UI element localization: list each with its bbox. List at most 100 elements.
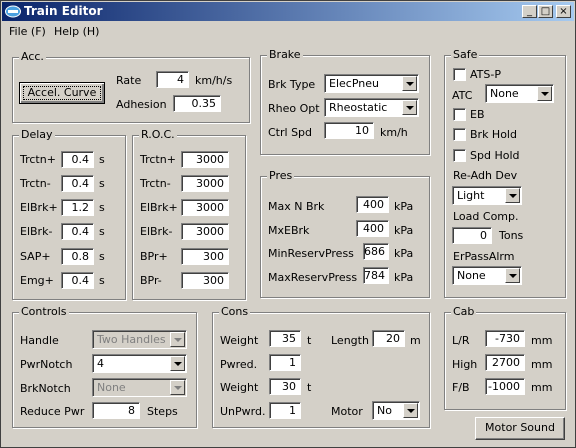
adhesion-input[interactable]: 0.35 [173,95,221,112]
accel-curve-button[interactable]: Accel. Curve [19,82,105,104]
title-bar[interactable]: Train Editor _ □ × [2,2,574,21]
chevron-down-icon[interactable] [170,332,185,347]
delay-sap-plus-input[interactable]: 0.8 [61,248,94,265]
min-reserv-press-unit: kPa [394,247,414,260]
rate-input[interactable]: 4 [156,71,189,88]
cab-lr-input[interactable]: -730 [485,330,525,347]
roc-trctn-minus-input[interactable]: 3000 [181,175,229,192]
brk-notch-select[interactable]: None [92,378,187,397]
delay-trctn-minus-label: Trctn- [20,177,51,190]
cab-fb-unit: mm [531,381,553,394]
erpass-alrm-value: None [457,269,486,282]
load-comp-label: Load Comp. [453,210,519,223]
max-n-brk-input[interactable]: 400 [356,196,389,213]
ctrl-spd-unit: km/h [380,126,408,139]
motor-sound-button[interactable]: Motor Sound [475,417,565,440]
menu-help[interactable]: Help (H) [54,25,99,38]
mxebrk-input[interactable]: 400 [356,220,389,237]
chevron-down-icon[interactable] [537,86,552,101]
atc-select[interactable]: None [485,84,554,103]
max-reserv-press-input[interactable]: 784 [363,267,389,284]
min-reserv-press-label: MinReservPress [268,247,354,260]
delay-elbrk-plus-input[interactable]: 1.2 [61,199,94,216]
roc-elbrk-plus-input[interactable]: 3000 [181,199,229,216]
brk-hold-label: Brk Hold [470,128,517,141]
reduce-pwr-unit: Steps [147,405,178,418]
close-button[interactable]: × [556,5,571,18]
max-reserv-press-unit: kPa [394,271,414,284]
brk-type-label: Brk Type [268,78,316,91]
spd-hold-checkbox[interactable] [453,149,466,162]
max-n-brk-label: Max N Brk [268,200,325,213]
chevron-down-icon[interactable] [403,403,418,418]
max-n-brk-unit: kPa [394,200,414,213]
ctrl-spd-input[interactable]: 10 [324,122,374,139]
rheo-opt-select[interactable]: Rheostatic [324,98,419,117]
roc-trctn-plus-input[interactable]: 3000 [181,151,229,168]
pwr-notch-label: PwrNotch [20,358,73,371]
motor-select[interactable]: No [372,401,420,420]
chevron-down-icon[interactable] [170,380,185,395]
menu-file[interactable]: File (F) [9,25,46,38]
erpass-alrm-select[interactable]: None [452,266,522,285]
unpwrd-input[interactable]: 1 [269,402,301,419]
delay-elbrk-minus-unit: s [99,225,105,238]
roc-bpr-plus-input[interactable]: 300 [181,248,229,265]
length-input[interactable]: 20 [372,330,405,347]
cab-fb-input[interactable]: -1000 [485,378,525,395]
cab-lr-label: L/R [452,334,470,347]
roc-elbrk-minus-input[interactable]: 3000 [181,223,229,240]
controls-group-title: Controls [19,305,69,318]
brk-hold-checkbox[interactable] [453,128,466,141]
delay-elbrk-plus-unit: s [99,201,105,214]
roc-trctn-minus-label: Trctn- [140,177,171,190]
load-comp-input[interactable]: 0 [452,227,492,244]
motor-label: Motor [331,405,363,418]
roc-bpr-plus-label: BPr+ [140,250,168,263]
chevron-down-icon[interactable] [170,356,185,371]
chevron-down-icon[interactable] [505,188,520,203]
minimize-button[interactable]: _ [522,5,537,18]
roc-bpr-minus-input[interactable]: 300 [181,272,229,289]
delay-elbrk-minus-input[interactable]: 0.4 [61,223,94,240]
delay-emg-plus-input[interactable]: 0.4 [61,272,94,289]
maximize-button[interactable]: □ [538,5,553,18]
eb-checkbox[interactable] [453,108,466,121]
weight2-input[interactable]: 30 [269,378,301,395]
cab-high-input[interactable]: 2700 [485,354,525,371]
handle-select[interactable]: Two Handles [92,330,187,349]
pwr-notch-value: 4 [97,357,104,370]
cab-lr-unit: mm [531,334,553,347]
delay-elbrk-minus-label: ElBrk- [20,225,53,238]
weight-input[interactable]: 35 [269,330,301,347]
menu-bar: File (F) Help (H) [2,22,574,40]
delay-trctn-minus-input[interactable]: 0.4 [61,175,94,192]
readh-dev-value: Light [457,189,485,202]
adhesion-label: Adhesion [116,98,167,111]
safe-group-title: Safe [451,48,480,61]
brake-group-title: Brake [267,48,303,61]
handle-label: Handle [20,334,59,347]
pwred-label: Pwred. [220,358,258,371]
pwr-notch-select[interactable]: 4 [92,354,187,373]
delay-emg-plus-label: Emg+ [20,274,54,287]
weight-label: Weight [220,334,259,347]
ats-p-checkbox[interactable] [453,68,466,81]
pres-group-title: Pres [267,169,295,182]
delay-trctn-plus-input[interactable]: 0.4 [61,151,94,168]
chevron-down-icon[interactable] [505,268,520,283]
acc-group-title: Acc. [19,50,46,63]
chevron-down-icon[interactable] [402,100,417,115]
reduce-pwr-input[interactable]: 8 [92,402,140,419]
min-reserv-press-input[interactable]: 686 [363,243,389,260]
roc-elbrk-plus-label: ElBrk+ [140,201,178,214]
train-editor-window: Train Editor _ □ × File (F) Help (H) Acc… [0,0,576,448]
ctrl-spd-label: Ctrl Spd [268,126,313,139]
max-reserv-press-label: MaxReservPress [268,271,358,284]
pwred-input[interactable]: 1 [269,354,301,371]
weight2-unit: t [307,381,312,394]
readh-dev-select[interactable]: Light [452,186,522,205]
brk-type-select[interactable]: ElecPneu [324,74,419,93]
chevron-down-icon[interactable] [402,76,417,91]
mxebrk-label: MxEBrk [268,224,310,237]
